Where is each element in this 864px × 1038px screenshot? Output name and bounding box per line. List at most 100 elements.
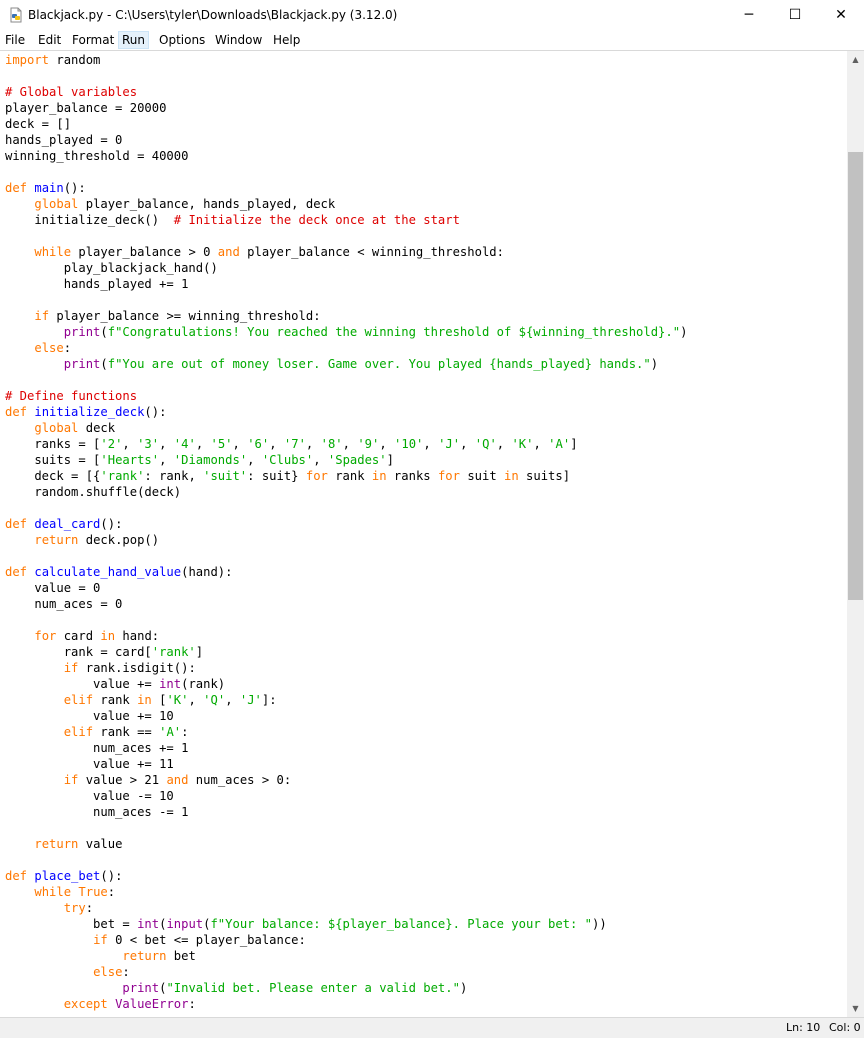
code-line[interactable]: value += 10: [5, 708, 174, 724]
scroll-down-arrow-icon[interactable]: ▼: [847, 1000, 864, 1017]
code-line[interactable]: suits = ['Hearts', 'Diamonds', 'Clubs', …: [5, 452, 394, 468]
code-line[interactable]: play_blackjack_hand(): [5, 260, 218, 276]
code-token: 'rank': [100, 469, 145, 483]
menu-bar: File Edit Format Run Options Window Help: [0, 30, 864, 50]
code-line[interactable]: value += 11: [5, 756, 174, 772]
code-token: else: [93, 965, 123, 979]
code-line[interactable]: return bet: [5, 948, 195, 964]
code-line[interactable]: deck = [{'rank': rank, 'suit': suit} for…: [5, 468, 570, 484]
scroll-thumb[interactable]: [848, 152, 863, 600]
code-line[interactable]: def calculate_hand_value(hand):: [5, 564, 232, 580]
menu-help[interactable]: Help: [270, 31, 303, 49]
code-line[interactable]: value -= 10: [5, 788, 174, 804]
code-token: # Global variables: [5, 85, 138, 99]
code-token: ,: [379, 437, 395, 451]
code-token: ,: [533, 437, 549, 451]
code-line[interactable]: return value: [5, 836, 122, 852]
menu-options[interactable]: Options: [156, 31, 208, 49]
code-line[interactable]: hands_played = 0: [5, 132, 122, 148]
maximize-button[interactable]: ☐: [772, 0, 818, 30]
code-line[interactable]: hands_played += 1: [5, 276, 189, 292]
code-line[interactable]: def place_bet():: [5, 868, 122, 884]
code-token: random: [49, 53, 101, 67]
code-line[interactable]: import random: [5, 52, 100, 68]
code-token: place_bet: [34, 869, 101, 883]
code-token: # Initialize the deck once at the start: [173, 213, 460, 227]
code-line[interactable]: # Global variables: [5, 84, 137, 100]
code-line[interactable]: global deck: [5, 420, 115, 436]
menu-file[interactable]: File: [2, 31, 28, 49]
code-line[interactable]: for card in hand:: [5, 628, 159, 644]
menu-edit[interactable]: Edit: [35, 31, 64, 49]
code-token: '8': [320, 437, 343, 451]
code-line[interactable]: try:: [5, 900, 93, 916]
code-line[interactable]: except ValueError:: [5, 996, 196, 1012]
code-line[interactable]: if player_balance >= winning_threshold:: [5, 308, 321, 324]
code-token: f"You are out of money loser. Game over.…: [107, 357, 651, 371]
code-line[interactable]: value = 0: [5, 580, 100, 596]
title-bar[interactable]: Blackjack.py - C:\Users\tyler\Downloads\…: [0, 0, 864, 30]
code-line[interactable]: elif rank in ['K', 'Q', 'J']:: [5, 692, 277, 708]
code-token: ():: [100, 517, 123, 531]
code-line[interactable]: ranks = ['2', '3', '4', '5', '6', '7', '…: [5, 436, 577, 452]
minimize-button[interactable]: ─: [726, 0, 772, 30]
code-token: in: [371, 469, 387, 483]
code-editor[interactable]: import random # Global variables player_ba…: [0, 51, 847, 1017]
code-line[interactable]: random.shuffle(deck): [5, 484, 181, 500]
code-line[interactable]: winning_threshold = 40000: [5, 148, 188, 164]
code-line[interactable]: print(f"Congratulations! You reached the…: [5, 324, 688, 340]
code-line[interactable]: player_balance = 20000: [5, 100, 166, 116]
code-token: winning_threshold = 40000: [5, 149, 189, 163]
code-line[interactable]: if value > 21 and num_aces > 0:: [5, 772, 292, 788]
code-token: global: [34, 197, 79, 211]
code-line[interactable]: while True:: [5, 884, 115, 900]
menu-run[interactable]: Run: [118, 31, 150, 49]
code-line[interactable]: while player_balance > 0 and player_bala…: [5, 244, 504, 260]
code-token: 'Diamonds': [173, 453, 248, 467]
code-line[interactable]: def main():: [5, 180, 86, 196]
vertical-scrollbar[interactable]: ▲ ▼: [847, 51, 864, 1017]
code-line[interactable]: num_aces -= 1: [5, 804, 188, 820]
code-token: 0 < bet <= player_balance:: [107, 933, 306, 947]
code-line[interactable]: rank = card['rank']: [5, 644, 203, 660]
code-line[interactable]: elif rank == 'A':: [5, 724, 189, 740]
code-token: rank: [93, 693, 138, 707]
menu-window[interactable]: Window: [212, 31, 265, 49]
code-token: ,: [342, 437, 358, 451]
code-token: player_balance >= winning_threshold:: [49, 309, 321, 323]
code-line[interactable]: num_aces = 0: [5, 596, 122, 612]
code-line[interactable]: def initialize_deck():: [5, 404, 166, 420]
menu-format[interactable]: Format: [69, 31, 117, 49]
code-token: value +=: [5, 677, 160, 691]
code-line[interactable]: print("Invalid bet. Please enter a valid…: [5, 980, 467, 996]
code-token: True: [78, 885, 108, 899]
code-line[interactable]: initialize_deck() # Initialize the deck …: [5, 212, 460, 228]
code-token: in: [504, 469, 519, 483]
code-token: )): [592, 917, 607, 931]
code-line[interactable]: def deal_card():: [5, 516, 122, 532]
code-line[interactable]: if rank.isdigit():: [5, 660, 196, 676]
code-line[interactable]: # Define functions: [5, 388, 137, 404]
code-line[interactable]: num_aces += 1: [5, 740, 188, 756]
code-line[interactable]: deck = []: [5, 116, 71, 132]
code-token: deck = [{: [5, 469, 101, 483]
close-button[interactable]: ✕: [818, 0, 864, 30]
code-token: ]: [195, 645, 204, 659]
code-line[interactable]: else:: [5, 964, 130, 980]
code-line[interactable]: if 0 < bet <= player_balance:: [5, 932, 306, 948]
code-line[interactable]: value += int(rank): [5, 676, 225, 692]
code-line[interactable]: print(f"You are out of money loser. Game…: [5, 356, 658, 372]
code-line[interactable]: else:: [5, 340, 71, 356]
code-line[interactable]: global player_balance, hands_played, dec…: [5, 196, 335, 212]
code-token: in: [137, 693, 152, 707]
code-line[interactable]: bet = int(input(f"Your balance: ${player…: [5, 916, 607, 932]
code-line[interactable]: return deck.pop(): [5, 532, 159, 548]
code-token: (rank): [181, 677, 226, 691]
scroll-up-arrow-icon[interactable]: ▲: [847, 51, 864, 68]
